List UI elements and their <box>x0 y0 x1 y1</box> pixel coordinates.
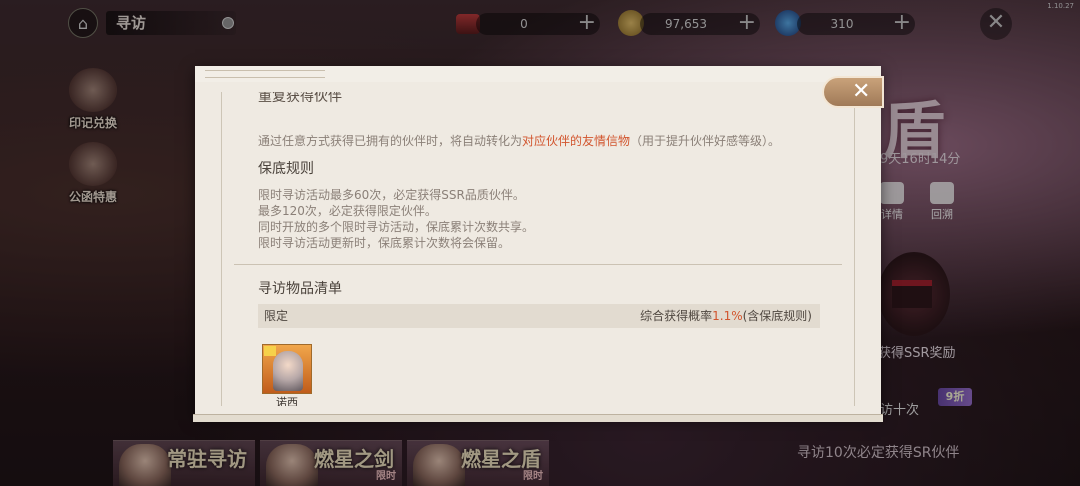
character-portrait <box>273 351 303 391</box>
rate-label: 综合获得概率1.1%(含保底规则) <box>640 304 812 328</box>
rate-prefix: 综合获得概率 <box>640 309 713 323</box>
item-list-title: 寻访物品清单 <box>258 281 342 297</box>
guarantee-line: 同时开放的多个限时寻访活动，保底累计次数共享。 <box>258 220 535 234</box>
decor-lines <box>205 70 325 78</box>
guarantee-line: 限时寻访活动最多60次，必定获得SSR品质伙伴。 <box>258 188 525 202</box>
modal-bottom-edge <box>193 414 883 422</box>
modal-scroll-area[interactable]: 重复获得伙伴 通过任意方式获得已拥有的伙伴时，将自动转化为对应伙伴的友情信物（用… <box>221 92 855 406</box>
rate-value: 1.1% <box>712 309 743 323</box>
category-label: 限定 <box>264 309 289 323</box>
item-name: 诺西 <box>276 396 298 406</box>
close-icon: ✕ <box>852 79 871 104</box>
guarantee-title: 保底规则 <box>258 161 314 177</box>
limited-tag-icon <box>264 346 276 356</box>
rules-modal: 重复获得伙伴 通过任意方式获得已拥有的伙伴时，将自动转化为对应伙伴的友情信物（用… <box>193 66 883 422</box>
guarantee-line: 限时寻访活动更新时，保底累计次数将会保留。 <box>258 236 511 250</box>
divider <box>234 264 842 265</box>
modal-header-strip <box>195 66 881 82</box>
modal-close-button[interactable]: ✕ <box>822 76 884 108</box>
rate-suffix: (含保底规则) <box>742 309 812 323</box>
guarantee-line: 最多120次，必定获得限定伙伴。 <box>258 204 437 218</box>
repeat-description: 通过任意方式获得已拥有的伙伴时，将自动转化为对应伙伴的友情信物（用于提升伙伴好感… <box>258 132 780 149</box>
repeat-text-pre: 通过任意方式获得已拥有的伙伴时，将自动转化为 <box>258 134 523 148</box>
item-table-header: 限定 综合获得概率1.1%(含保底规则) <box>258 304 820 328</box>
repeat-heading: 重复获得伙伴 <box>258 92 342 105</box>
item-card[interactable] <box>262 344 312 394</box>
repeat-text-highlight: 对应伙伴的友情信物 <box>522 134 631 148</box>
repeat-text-post: （用于提升伙伴好感等级）。 <box>630 134 781 148</box>
